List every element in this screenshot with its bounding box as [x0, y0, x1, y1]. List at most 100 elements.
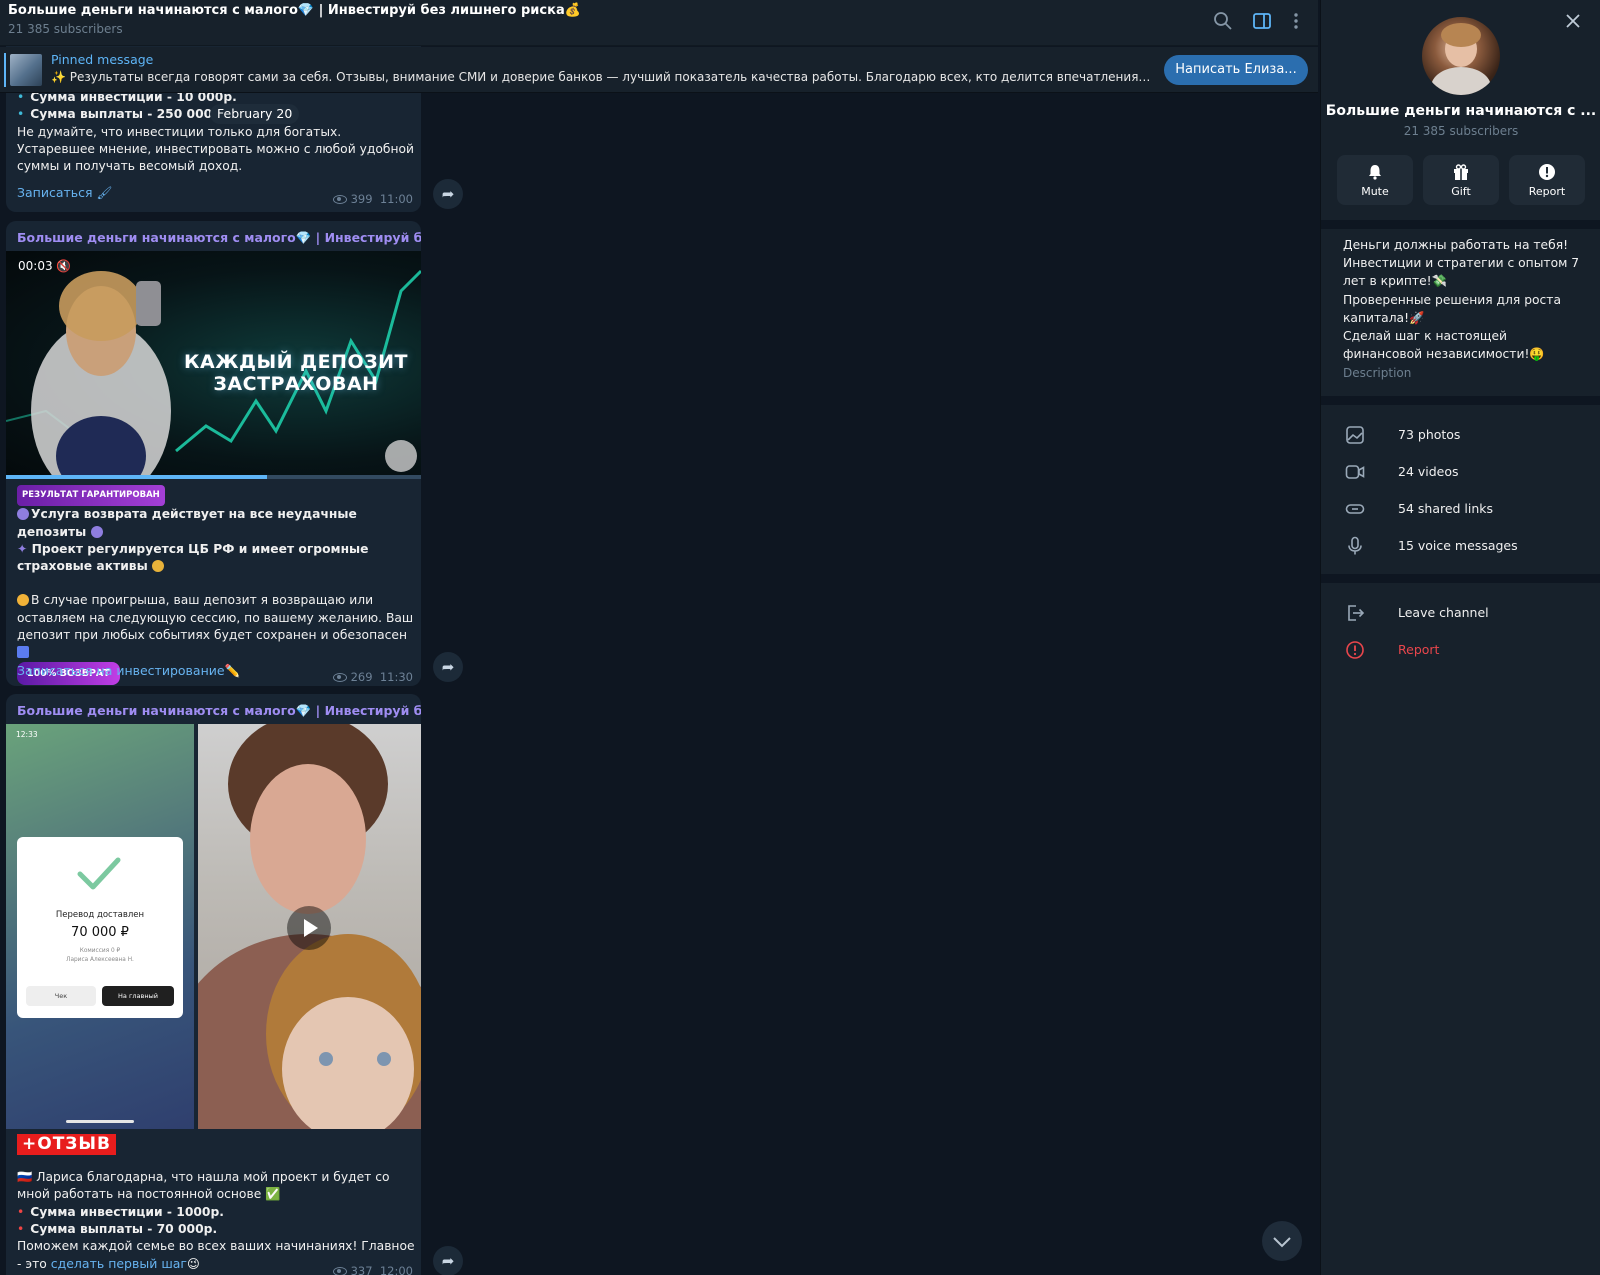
- avatar-image: [1431, 23, 1491, 95]
- leave-icon: [1348, 605, 1365, 621]
- first-step-link[interactable]: сделать первый шаг: [51, 1256, 187, 1271]
- message-time: 11:30: [379, 670, 413, 684]
- video-icon: [1345, 465, 1365, 479]
- receipt-check-button: Чек: [26, 986, 96, 1006]
- message-meta: 399 11:00: [332, 192, 413, 206]
- forward-button[interactable]: ➦: [433, 652, 463, 682]
- divider: [1321, 396, 1600, 405]
- videos-count: 24 videos: [1398, 464, 1459, 479]
- pinned-thumbnail: [10, 54, 42, 86]
- report-action-label: Report: [1528, 185, 1566, 198]
- message-line-2: ✦ Проект регулируется ЦБ РФ и имеет огро…: [17, 541, 369, 574]
- close-icon[interactable]: [1562, 10, 1584, 32]
- chat-header[interactable]: Большие деньги начинаются с малого💎 | Ин…: [0, 0, 1318, 46]
- chat-area: • Сумма инвестиции - 10 000р. • Сумма выпл…: [0, 0, 1318, 1275]
- report-action-button[interactable]: Report: [1509, 155, 1585, 205]
- links-row[interactable]: 54 shared links: [1321, 492, 1600, 526]
- pinned-text: ✨ Результаты всегда говорят сами за себя…: [51, 70, 1151, 84]
- message-2[interactable]: Большие деньги начинаются с малого💎 | Ин…: [6, 221, 421, 686]
- message-meta: 269 11:30: [332, 670, 413, 684]
- phone-status-time: 12:33: [16, 730, 38, 739]
- subscriber-count: 21 385 subscribers: [8, 22, 123, 36]
- views-icon: [332, 1267, 347, 1275]
- voice-row[interactable]: 15 voice messages: [1321, 529, 1600, 563]
- mute-icon[interactable]: 🔇: [56, 259, 71, 273]
- receipt-card: Перевод доставлен 70 000 ₽ Комиссия 0 ₽ Л…: [17, 837, 183, 1018]
- description-line: Деньги должны работать на тебя! Инвестици…: [1343, 238, 1580, 362]
- action-buttons: Mute Gift Report: [1337, 155, 1585, 205]
- views-count: 337: [350, 1264, 373, 1275]
- bullet-1: • Сумма инвестиции - 1000р.: [17, 1204, 224, 1219]
- views-icon: [332, 195, 347, 204]
- leave-channel-label: Leave channel: [1398, 605, 1489, 620]
- views-count: 399: [350, 192, 373, 206]
- voice-count: 15 voice messages: [1398, 538, 1518, 553]
- link-icon: [1345, 504, 1365, 514]
- signup-link[interactable]: Записаться 🖌: [17, 185, 112, 201]
- sender-name[interactable]: Большие деньги начинаются с малого💎 | Ин…: [17, 230, 421, 246]
- sidebar-toggle-icon[interactable]: [1251, 10, 1273, 32]
- review-video[interactable]: [198, 724, 421, 1129]
- receipt-screenshot[interactable]: 12:33 Перевод доставлен 70 000 ₽ Комисси…: [6, 724, 194, 1129]
- receipt-title: Перевод доставлен: [55, 910, 145, 920]
- leave-channel-row[interactable]: Leave channel: [1321, 596, 1600, 630]
- play-icon: [304, 919, 318, 937]
- gift-button[interactable]: Gift: [1423, 155, 1499, 205]
- telegram-window: • Сумма инвестиции - 10 000р. • Сумма выпл…: [0, 0, 1600, 1275]
- panel-subscribers: 21 385 subscribers: [1403, 124, 1519, 138]
- guarantee-badge: РЕЗУЛЬТАТ ГАРАНТИРОВАН: [17, 485, 165, 507]
- views-count: 269: [350, 670, 373, 684]
- divider: [1321, 220, 1600, 229]
- message-paragraph: 🇷🇺 Лариса благодарна, что нашла мой прое…: [17, 1170, 390, 1202]
- description-label: Description: [1343, 366, 1412, 380]
- forward-button[interactable]: ➦: [433, 1246, 463, 1275]
- forward-button[interactable]: ➦: [433, 179, 463, 209]
- sender-name[interactable]: Большие деньги начинаются с малого💎 | Ин…: [17, 703, 421, 719]
- message-3[interactable]: Большие деньги начинаются с малого💎 | Ин…: [6, 694, 421, 1275]
- write-button[interactable]: Написать Елиза...: [1164, 55, 1308, 85]
- review-tag: +ОТЗЫВ: [17, 1134, 116, 1155]
- channel-avatar[interactable]: [1422, 17, 1500, 95]
- more-options-icon[interactable]: [1285, 10, 1307, 32]
- receipt-home-button: На главный: [102, 986, 174, 1006]
- chevron-down-icon: [1273, 1237, 1291, 1248]
- divider: [1321, 574, 1600, 583]
- bell-icon: [1369, 165, 1381, 180]
- photos-count: 73 photos: [1398, 427, 1461, 442]
- video-duration: 00:03 🔇: [18, 259, 72, 273]
- receipt-details: Комиссия 0 ₽ Лариса Алексеевна Н.: [66, 948, 134, 963]
- gift-label: Gift: [1451, 185, 1471, 198]
- pinned-indicator: [4, 53, 6, 87]
- mute-label: Mute: [1361, 185, 1389, 198]
- panel-title: Большие деньги начинаются с ...: [1325, 103, 1597, 119]
- mic-icon: [1348, 536, 1362, 555]
- report-label: Report: [1398, 642, 1440, 657]
- message-time: 11:00: [379, 192, 413, 206]
- video-progress[interactable]: [6, 475, 421, 479]
- views-icon: [332, 673, 347, 682]
- bullet-2: • Сумма выплаты - 70 000р.: [17, 1221, 218, 1236]
- search-icon[interactable]: [1212, 10, 1234, 32]
- home-indicator: [66, 1120, 134, 1123]
- receipt-amount: 70 000 ₽: [71, 925, 129, 940]
- check-icon: [77, 857, 121, 890]
- video-preview[interactable]: 00:03 🔇 КАЖДЫЙ ДЕПОЗИТ ЗАСТРАХОВАН: [6, 251, 421, 479]
- report-row[interactable]: Report: [1321, 633, 1600, 667]
- invest-signup-link[interactable]: Записаться на инвестирование✏️: [17, 663, 240, 679]
- pinned-message-bar[interactable]: Pinned message ✨ Результаты всегда говор…: [0, 47, 1318, 93]
- message-paragraph: В случае проигрыша, ваш депозит я возвра…: [17, 592, 417, 661]
- pinned-label: Pinned message: [51, 52, 154, 67]
- date-pill: February 20: [210, 104, 300, 124]
- videos-row[interactable]: 24 videos: [1321, 455, 1600, 489]
- report-icon: [1346, 641, 1364, 659]
- message-text: Не думайте, что инвестиции только для бо…: [17, 124, 415, 174]
- play-button[interactable]: [287, 906, 331, 950]
- mute-button[interactable]: Mute: [1337, 155, 1413, 205]
- photos-row[interactable]: 73 photos: [1321, 418, 1600, 452]
- channel-info-panel: Большие деньги начинаются с ... 21 385 s…: [1320, 0, 1600, 1275]
- scroll-down-button[interactable]: [1262, 1221, 1302, 1261]
- photo-icon: [1346, 426, 1364, 444]
- message-time: 12:00: [379, 1264, 413, 1275]
- channel-title[interactable]: Большие деньги начинаются с малого💎 | Ин…: [8, 3, 581, 18]
- message-meta: 337 12:00: [332, 1264, 413, 1275]
